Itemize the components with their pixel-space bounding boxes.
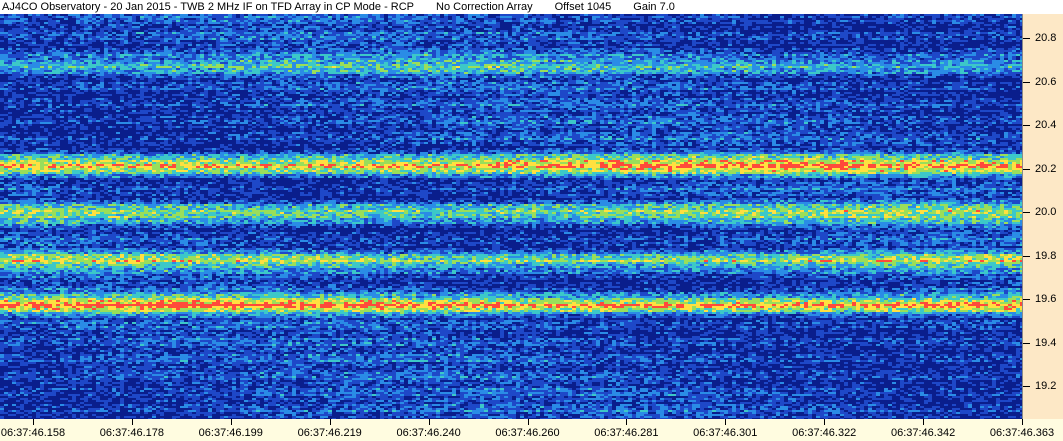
time-axis: 06:37:46.158 06:37:46.178 06:37:46.199 06:3… [0, 419, 1063, 441]
y-tick-mark [1023, 386, 1030, 387]
x-tick-mark [923, 419, 924, 425]
x-tick-mark [132, 419, 133, 425]
x-tick-label: 06:37:46.301 [693, 427, 757, 439]
spectrogram-plot [0, 14, 1022, 419]
y-tick-label: 20.0 [1035, 206, 1056, 218]
x-tick-mark [1022, 419, 1023, 425]
x-tick-label: 06:37:46.363 [990, 427, 1054, 439]
x-tick-label: 06:37:46.178 [100, 427, 164, 439]
y-tick-mark [1023, 212, 1030, 213]
gain-label: Gain 7.0 [633, 1, 675, 13]
x-tick-mark [429, 419, 430, 425]
frequency-axis: 20.8 20.6 20.4 20.2 20.0 19.8 19.6 19.4 19.2 [1022, 14, 1063, 419]
x-tick-mark [528, 419, 529, 425]
x-tick-mark [824, 419, 825, 425]
x-tick-mark [725, 419, 726, 425]
x-tick-label: 06:37:46.240 [396, 427, 460, 439]
x-tick-label: 06:37:46.219 [298, 427, 362, 439]
x-tick-label: 06:37:46.260 [495, 427, 559, 439]
title-bar: AJ4CO Observatory - 20 Jan 2015 - TWB 2 … [0, 0, 1063, 14]
x-tick-mark [626, 419, 627, 425]
y-tick-mark [1023, 125, 1030, 126]
y-tick-label: 19.6 [1035, 293, 1056, 305]
x-tick-mark [33, 419, 34, 425]
x-tick-label: 06:37:46.322 [792, 427, 856, 439]
spectrogram-heatmap [0, 14, 1022, 419]
y-tick-mark [1023, 38, 1030, 39]
y-tick-mark [1023, 299, 1030, 300]
y-tick-label: 19.8 [1035, 250, 1056, 262]
x-tick-label: 06:37:46.199 [199, 427, 263, 439]
y-tick-label: 20.8 [1035, 32, 1056, 44]
x-tick-label: 06:37:46.281 [594, 427, 658, 439]
y-tick-label: 19.4 [1035, 337, 1056, 349]
y-tick-mark [1023, 343, 1030, 344]
y-tick-mark [1023, 169, 1030, 170]
y-tick-label: 20.2 [1035, 163, 1056, 175]
y-tick-label: 19.2 [1035, 380, 1056, 392]
x-tick-mark [330, 419, 331, 425]
array-label: No Correction Array [436, 1, 533, 13]
x-tick-label: 06:37:46.342 [891, 427, 955, 439]
observatory-title: AJ4CO Observatory - 20 Jan 2015 - TWB 2 … [2, 1, 414, 13]
offset-label: Offset 1045 [555, 1, 612, 13]
y-tick-mark [1023, 256, 1030, 257]
y-tick-mark [1023, 82, 1030, 83]
x-tick-mark [231, 419, 232, 425]
y-tick-label: 20.4 [1035, 119, 1056, 131]
x-tick-label: 06:37:46.158 [1, 427, 65, 439]
y-tick-label: 20.6 [1035, 76, 1056, 88]
